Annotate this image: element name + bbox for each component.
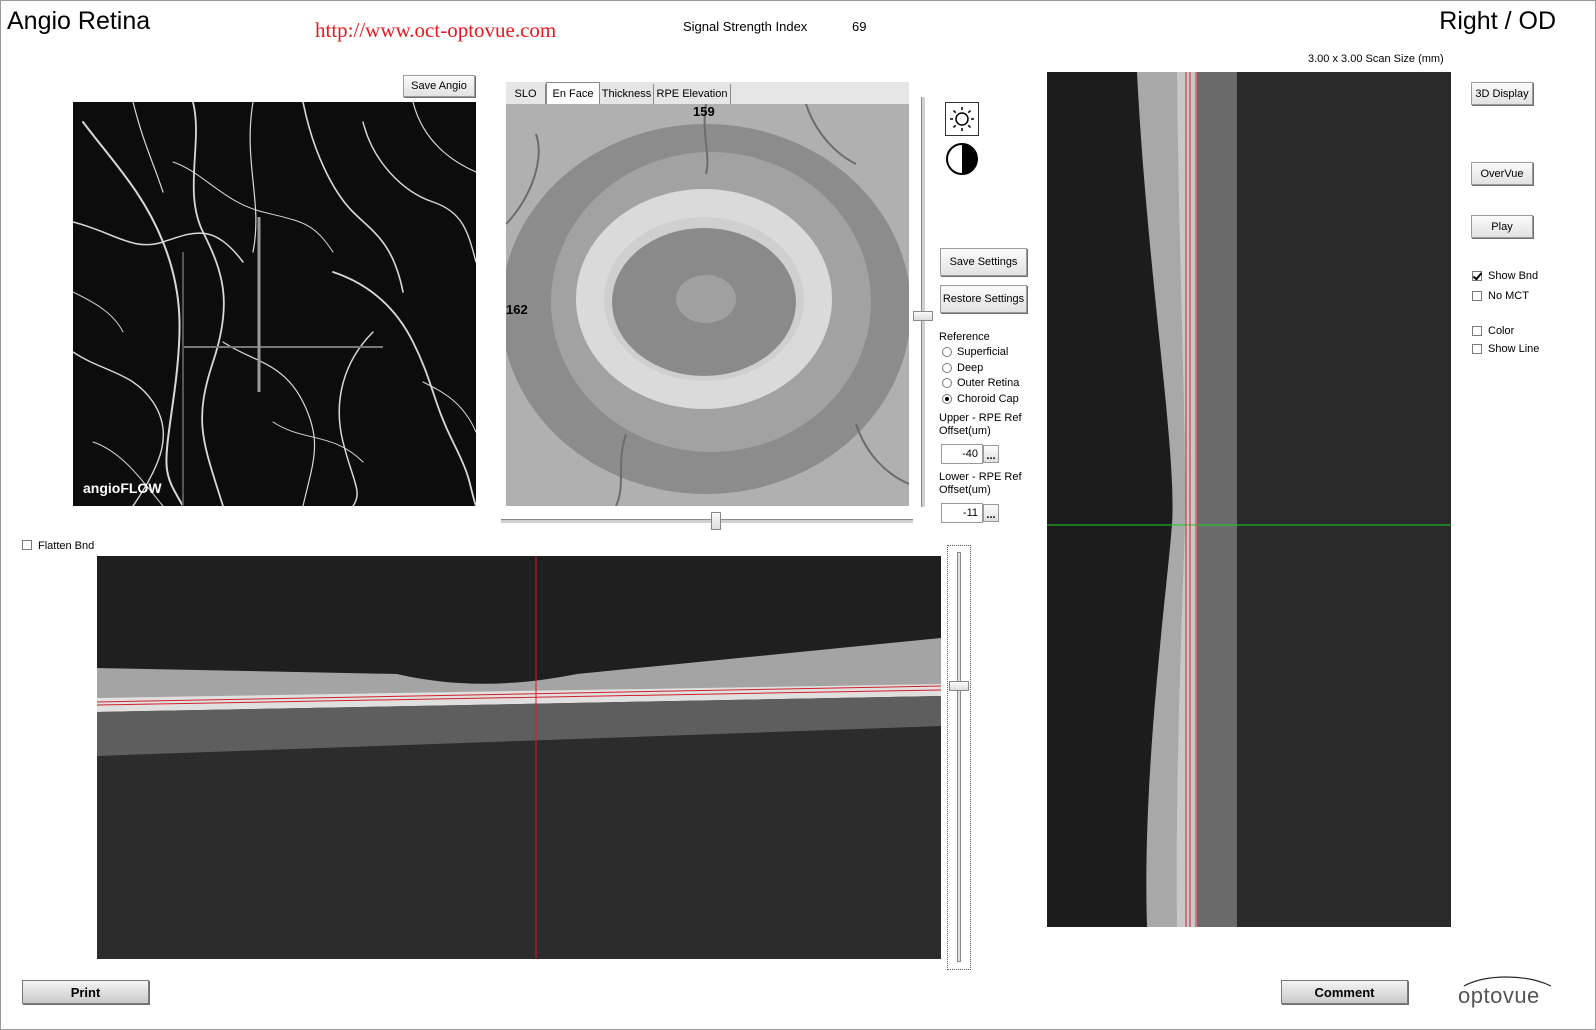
angioflow-logo: angioFLOW	[83, 480, 162, 496]
lower-offset-browse-button[interactable]: ...	[983, 504, 999, 522]
overvue-button[interactable]: OverVue	[1471, 162, 1533, 185]
print-button[interactable]: Print	[22, 980, 149, 1004]
tab-thickness[interactable]: Thickness	[600, 84, 654, 104]
show-bnd-label: Show Bnd	[1488, 270, 1539, 282]
upper-offset-input[interactable]: -40	[941, 444, 983, 464]
lower-offset-unit: Offset(um)	[939, 484, 991, 496]
radio-superficial-label: Superficial	[957, 346, 1009, 358]
flatten-bnd-label: Flatten Bnd	[38, 540, 95, 552]
upper-offset-unit: Offset(um)	[939, 425, 991, 437]
sun-icon	[950, 107, 974, 131]
flatten-bnd-checkbox[interactable]	[22, 540, 32, 550]
lower-offset-input[interactable]: -11	[941, 503, 983, 523]
play-button[interactable]: Play	[1471, 215, 1533, 238]
color-checkbox[interactable]	[1472, 326, 1482, 336]
lower-offset-label: Lower - RPE Ref	[939, 471, 1022, 483]
en-face-image: 159 162	[506, 104, 909, 506]
app-title: Angio Retina	[7, 7, 151, 35]
brightness-button[interactable]	[945, 102, 979, 136]
optovue-logo: optovue	[1456, 974, 1556, 1010]
optovue-logo-text: optovue	[1458, 983, 1540, 1008]
vertical-bscan-image	[1047, 72, 1451, 927]
upper-offset-label: Upper - RPE Ref	[939, 412, 1022, 424]
horizontal-slider-thumb[interactable]	[711, 512, 721, 530]
upper-offset-browse-button[interactable]: ...	[983, 445, 999, 463]
radio-choroid-cap[interactable]	[942, 394, 952, 404]
color-label: Color	[1488, 325, 1515, 337]
show-line-label: Show Line	[1488, 343, 1540, 355]
radio-outer-retina[interactable]	[942, 378, 952, 388]
radio-superficial[interactable]	[942, 347, 952, 357]
enface-marker-left: 162	[506, 302, 528, 317]
signal-strength-label: Signal Strength Index	[683, 19, 808, 34]
3d-display-button[interactable]: 3D Display	[1471, 82, 1533, 105]
horizontal-bscan-image	[97, 556, 941, 959]
angio-image: angioFLOW	[73, 102, 476, 506]
vertical-slider-thumb[interactable]	[913, 311, 933, 321]
save-angio-button[interactable]: Save Angio	[403, 75, 475, 97]
radio-deep-label: Deep	[957, 362, 984, 374]
vertical-slider-track[interactable]	[921, 97, 925, 507]
contrast-icon	[946, 143, 978, 175]
bscan-slider-track[interactable]	[957, 552, 961, 962]
signal-strength-value: 69	[852, 19, 867, 34]
horizontal-slider-track[interactable]	[501, 519, 913, 523]
tab-en-face[interactable]: En Face	[546, 82, 600, 104]
show-bnd-checkbox[interactable]	[1472, 271, 1482, 281]
radio-deep[interactable]	[942, 363, 952, 373]
enface-marker-top: 159	[693, 104, 715, 119]
radio-choroid-cap-label: Choroid Cap	[957, 393, 1019, 405]
tab-rpe-elevation[interactable]: RPE Elevation	[654, 84, 731, 104]
restore-settings-button[interactable]: Restore Settings	[940, 285, 1027, 313]
bscan-slider-thumb[interactable]	[949, 681, 969, 691]
comment-button[interactable]: Comment	[1281, 980, 1408, 1004]
tab-slo[interactable]: SLO	[506, 84, 546, 104]
save-settings-button[interactable]: Save Settings	[940, 248, 1027, 276]
scan-size-label: 3.00 x 3.00 Scan Size (mm)	[1308, 53, 1444, 65]
show-line-checkbox[interactable]	[1472, 344, 1482, 354]
reference-label: Reference	[939, 331, 990, 343]
no-mct-checkbox[interactable]	[1472, 291, 1482, 301]
radio-outer-retina-label: Outer Retina	[957, 377, 1020, 389]
url-text: http://www.oct-optovue.com	[315, 18, 557, 42]
no-mct-label: No MCT	[1488, 290, 1529, 302]
contrast-button[interactable]	[945, 142, 979, 176]
eye-label: Right / OD	[1439, 7, 1556, 35]
